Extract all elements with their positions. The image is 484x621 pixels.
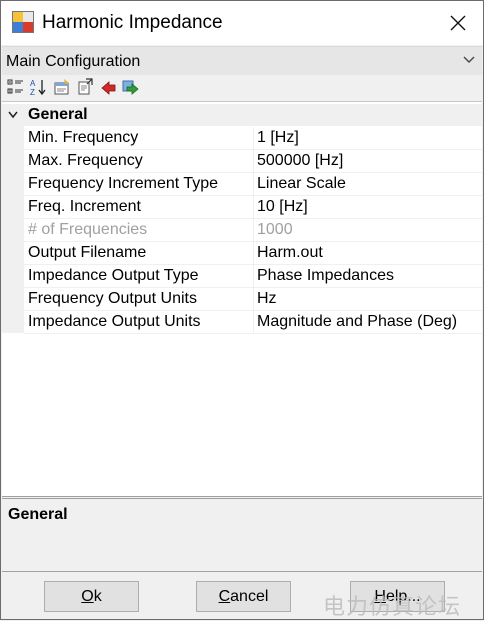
property-grid-toolbar: A Z bbox=[2, 75, 482, 99]
property-row-freq-increment[interactable]: Freq. Increment 10 [Hz] bbox=[24, 196, 482, 219]
property-value[interactable]: Magnitude and Phase (Deg) bbox=[257, 311, 482, 333]
categorized-icon bbox=[7, 79, 23, 94]
property-name: # of Frequencies bbox=[28, 221, 148, 238]
green-arrow-icon bbox=[122, 80, 139, 95]
configuration-selected-label: Main Configuration bbox=[6, 53, 141, 70]
property-value[interactable]: 500000 [Hz] bbox=[257, 150, 482, 172]
watermark-text: 电力仿真论坛 bbox=[323, 595, 462, 620]
property-name: Frequency Output Units bbox=[28, 290, 197, 307]
property-grid: General Min. Frequency 1 [Hz] Max. Frequ… bbox=[2, 101, 482, 497]
property-name: Freq. Increment bbox=[28, 198, 141, 215]
property-row-max-frequency[interactable]: Max. Frequency 500000 [Hz] bbox=[24, 150, 482, 173]
cancel-label: ancel bbox=[230, 588, 269, 605]
close-icon bbox=[450, 15, 466, 31]
ok-mnemonic: O bbox=[81, 588, 94, 605]
property-pages-icon bbox=[54, 79, 69, 95]
close-button[interactable] bbox=[433, 1, 483, 45]
property-value[interactable]: Harm.out bbox=[257, 242, 482, 264]
alphabetical-sort-button[interactable]: A Z bbox=[29, 78, 47, 97]
property-row-impedance-output-units[interactable]: Impedance Output Units Magnitude and Pha… bbox=[24, 311, 482, 334]
property-name: Max. Frequency bbox=[28, 152, 143, 169]
property-name: Impedance Output Units bbox=[28, 313, 201, 330]
property-row-frequency-increment-type[interactable]: Frequency Increment Type Linear Scale bbox=[24, 173, 482, 196]
property-pages-button[interactable] bbox=[53, 78, 71, 96]
category-row-general[interactable]: General bbox=[2, 104, 482, 126]
app-icon bbox=[12, 11, 34, 33]
category-label: General bbox=[28, 106, 88, 123]
configuration-dropdown[interactable]: Main Configuration bbox=[2, 46, 482, 76]
ok-label: k bbox=[93, 588, 102, 605]
property-row-frequency-output-units[interactable]: Frequency Output Units Hz bbox=[24, 288, 482, 311]
svg-text:Z: Z bbox=[30, 88, 35, 96]
categorized-view-button[interactable] bbox=[7, 78, 25, 96]
property-value[interactable]: 1 [Hz] bbox=[257, 127, 482, 149]
property-name: Output Filename bbox=[28, 244, 147, 261]
export-icon bbox=[78, 78, 93, 95]
property-name: Frequency Increment Type bbox=[28, 175, 219, 192]
cancel-button[interactable]: Cancel bbox=[196, 581, 291, 612]
title-bar: Harmonic Impedance bbox=[1, 1, 483, 45]
property-name: Min. Frequency bbox=[28, 129, 139, 146]
property-row-min-frequency[interactable]: Min. Frequency 1 [Hz] bbox=[24, 127, 482, 150]
cancel-mnemonic: C bbox=[218, 588, 231, 605]
green-arrow-button[interactable] bbox=[122, 78, 140, 96]
property-row-number-of-frequencies: # of Frequencies 1000 bbox=[24, 219, 482, 242]
property-value: 1000 bbox=[257, 221, 293, 238]
description-title: General bbox=[8, 506, 68, 523]
property-name: Impedance Output Type bbox=[28, 267, 199, 284]
description-panel: General bbox=[2, 498, 482, 572]
ok-button[interactable]: Ok bbox=[44, 581, 139, 612]
property-value[interactable]: Hz bbox=[257, 288, 482, 310]
property-value[interactable]: 10 [Hz] bbox=[257, 196, 482, 218]
property-row-impedance-output-type[interactable]: Impedance Output Type Phase Impedances bbox=[24, 265, 482, 288]
property-gutter bbox=[2, 126, 24, 333]
collapse-chevron-icon[interactable] bbox=[8, 111, 18, 119]
red-arrow-button[interactable] bbox=[99, 78, 117, 96]
property-value[interactable]: Phase Impedances bbox=[257, 265, 482, 287]
chevron-down-icon bbox=[463, 56, 475, 63]
red-arrow-icon bbox=[101, 81, 116, 95]
export-button[interactable] bbox=[76, 78, 94, 96]
alphabetical-icon: A Z bbox=[30, 79, 46, 97]
property-value[interactable]: Linear Scale bbox=[257, 173, 482, 195]
window-title: Harmonic Impedance bbox=[42, 12, 223, 33]
property-row-output-filename[interactable]: Output Filename Harm.out bbox=[24, 242, 482, 265]
harmonic-impedance-dialog: Harmonic Impedance Main Configuration A … bbox=[0, 0, 484, 620]
svg-text:A: A bbox=[30, 79, 36, 88]
